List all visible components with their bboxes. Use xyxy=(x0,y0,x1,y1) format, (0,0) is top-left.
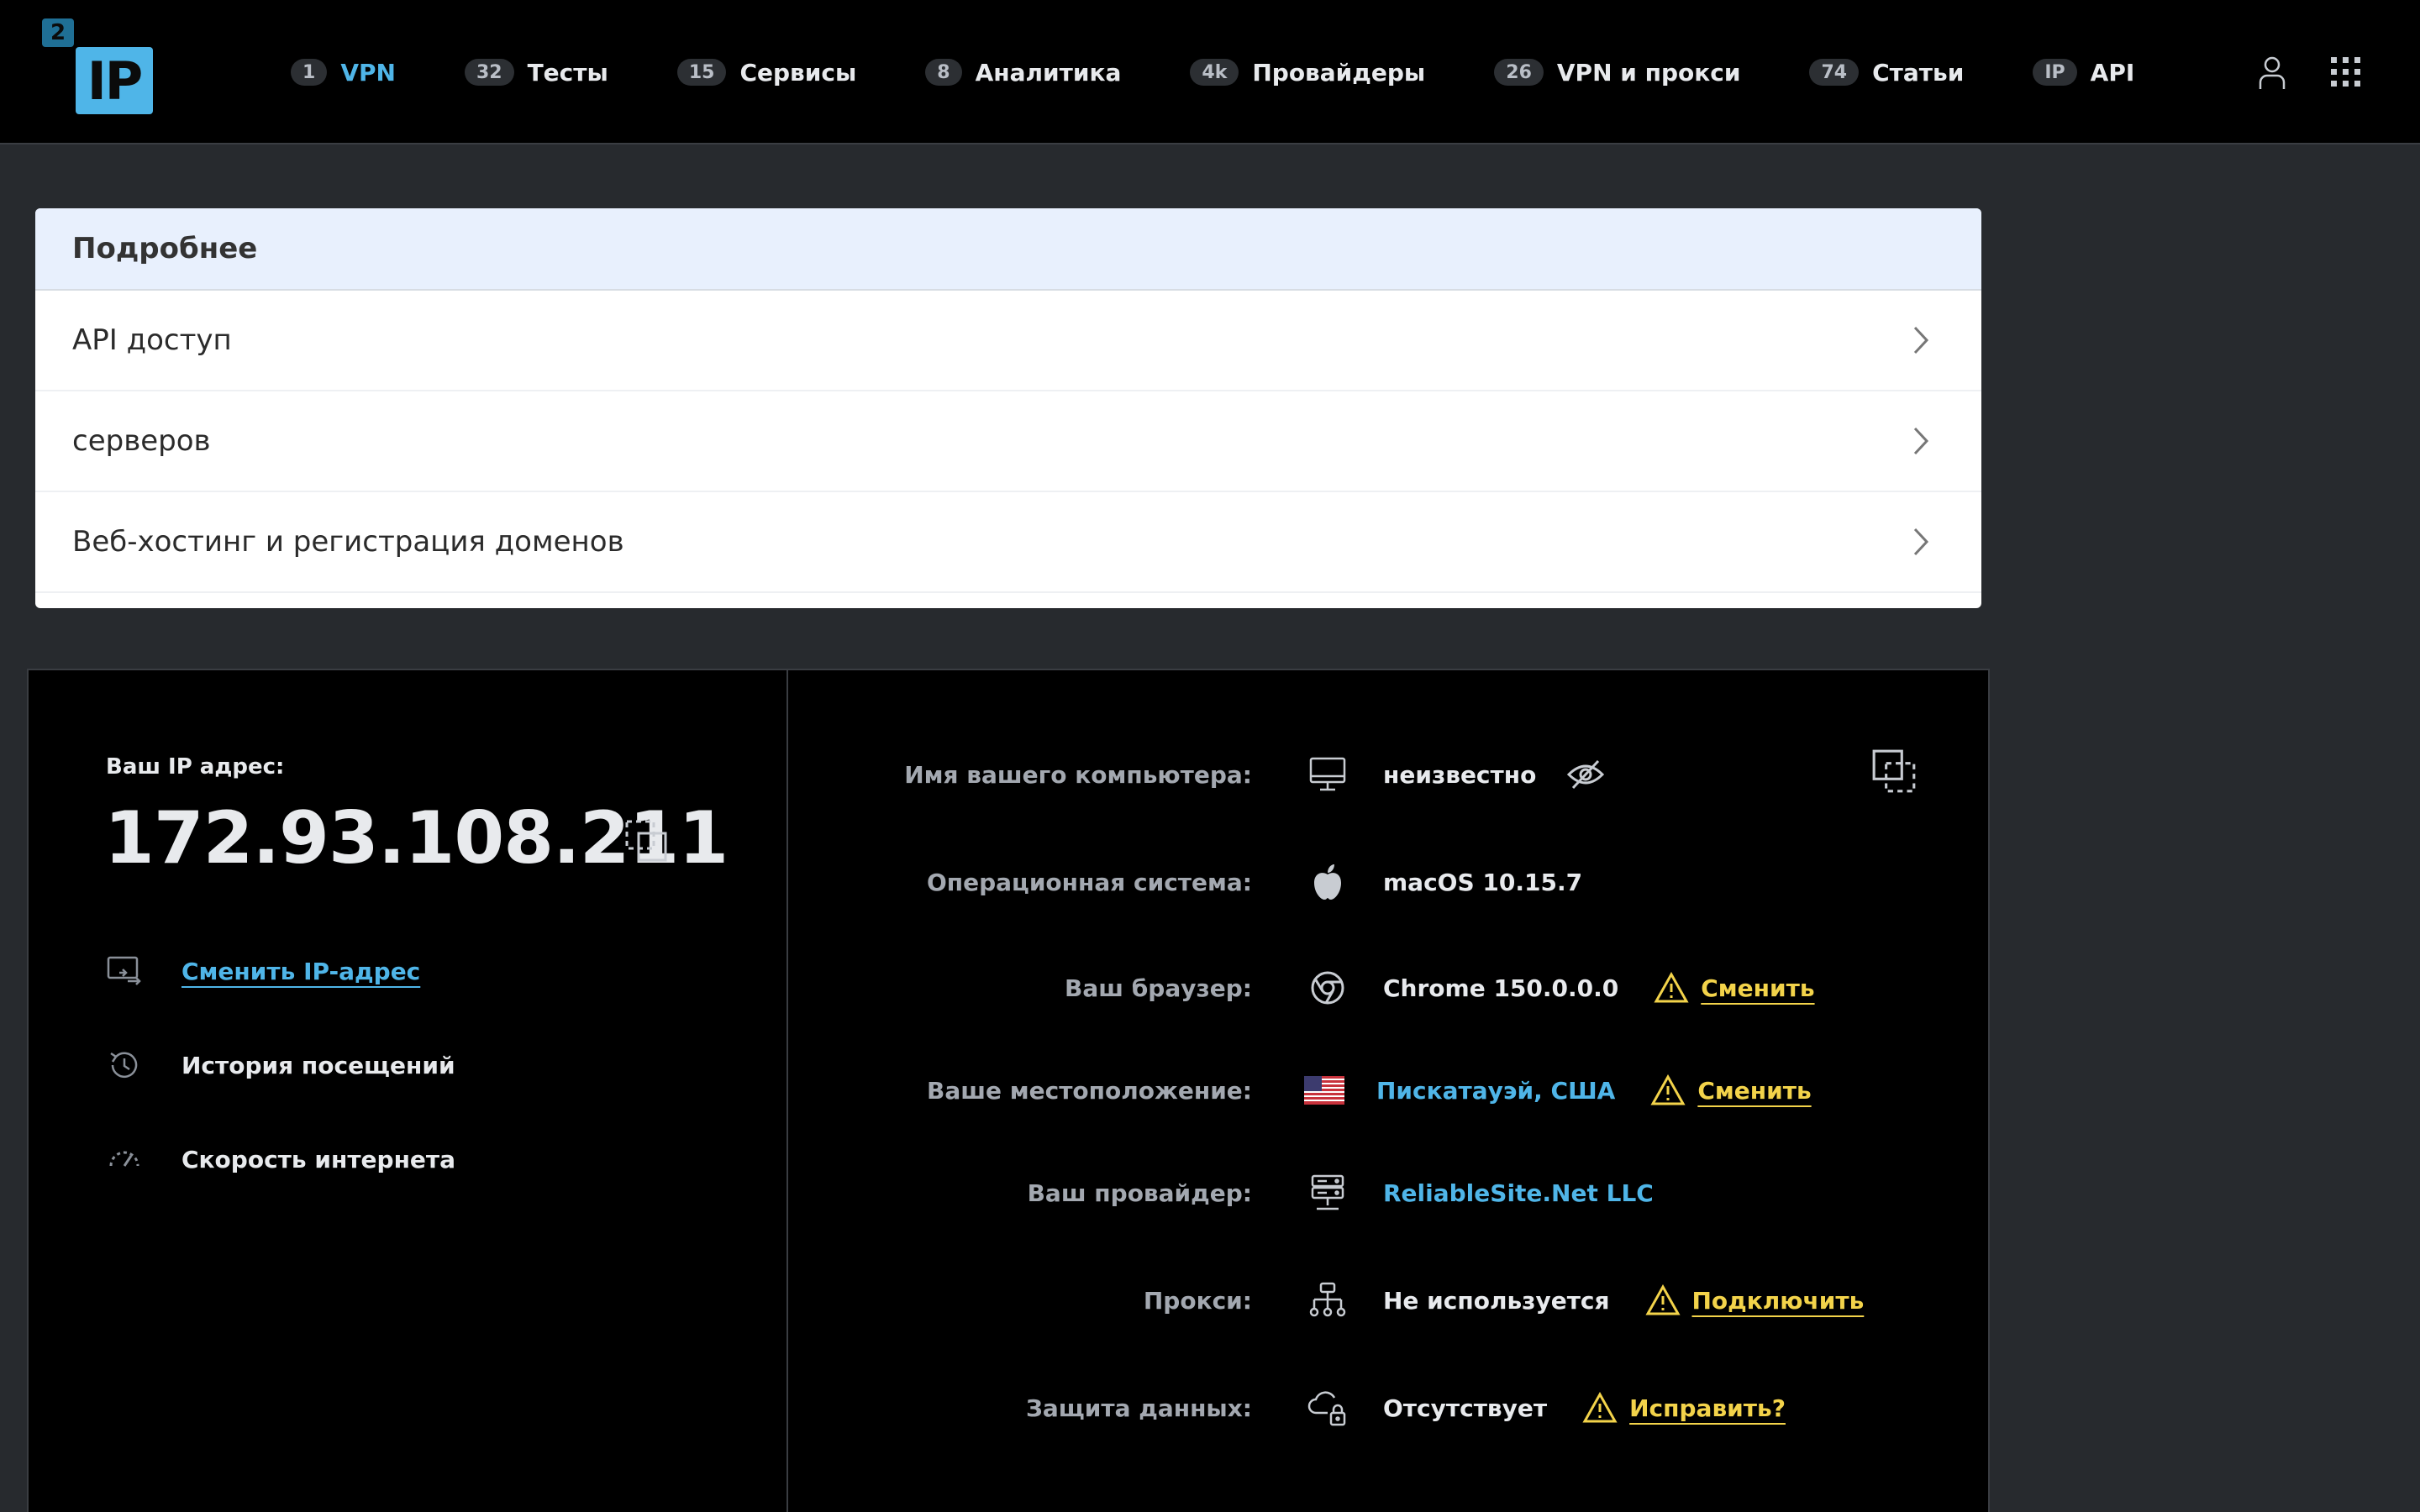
details-row-label: Веб-хостинг и регистрация доменов xyxy=(72,525,624,559)
details-title: Подробнее xyxy=(72,232,258,265)
ip-address-column: Ваш IP адрес: 172.93.108.211 Сменить IP-… xyxy=(29,670,788,1512)
nav-count-badge: 32 xyxy=(464,59,514,86)
details-row-label: серверов xyxy=(72,424,211,458)
nav-label: Статьи xyxy=(1872,58,1965,87)
nav-item-api[interactable]: IP API xyxy=(2033,59,2134,87)
history-action[interactable]: История посещений xyxy=(106,1047,455,1084)
details-header: Подробнее xyxy=(35,208,1981,291)
nav-count-badge: 15 xyxy=(676,59,727,86)
os-label: Операционная система: xyxy=(926,868,1252,896)
ip-info-panel: Ваш IP адрес: 172.93.108.211 Сменить IP-… xyxy=(27,669,1990,1512)
nav-label: Провайдеры xyxy=(1252,58,1426,87)
nav-count-badge: IP xyxy=(2033,59,2077,86)
data-protection-label: Защита данных: xyxy=(1025,1394,1252,1422)
speed-test-label[interactable]: Скорость интернета xyxy=(182,1146,455,1173)
provider-row: Ваш провайдер: ReliableSite.Net LLC xyxy=(790,1168,1966,1218)
provider-label: Ваш провайдер: xyxy=(1027,1179,1252,1207)
nav-item-analytics[interactable]: 8 Аналитика xyxy=(925,59,1121,87)
fix-protection-link[interactable]: Исправить? xyxy=(1629,1394,1786,1422)
browser-value: Chrome 150.0.0.0 xyxy=(1383,974,1619,1002)
ip-caption: Ваш IP адрес: xyxy=(106,754,285,780)
monitor-icon xyxy=(1307,754,1348,795)
eye-off-icon[interactable] xyxy=(1566,758,1605,791)
change-browser-link[interactable]: Сменить xyxy=(1701,974,1814,1002)
nav-count-badge: 74 xyxy=(1809,59,1860,86)
change-location-link[interactable]: Сменить xyxy=(1697,1077,1811,1105)
details-card: Подробнее API доступ серверов Веб-хостин… xyxy=(35,208,1981,608)
user-account-icon[interactable] xyxy=(2254,54,2291,91)
nav-item-services[interactable]: 15 Сервисы xyxy=(676,58,857,87)
apple-icon xyxy=(1307,862,1348,902)
nav-label: VPN и прокси xyxy=(1556,58,1741,87)
history-label[interactable]: История посещений xyxy=(182,1052,455,1079)
location-label: Ваше местоположение: xyxy=(927,1076,1252,1105)
speedometer-icon xyxy=(109,1151,139,1167)
nav-count-badge: 26 xyxy=(1494,59,1544,86)
chrome-icon xyxy=(1307,968,1348,1008)
browser-row: Ваш браузер: Chrome 150.0.0.0 Сменить xyxy=(790,963,1966,1013)
details-row-hosting[interactable]: Веб-хостинг и регистрация доменов xyxy=(35,492,1981,593)
nav-label: Аналитика xyxy=(975,58,1122,87)
data-protection-row: Защита данных: Отсутствует Исправить? xyxy=(790,1383,1966,1433)
computer-name-row: Имя вашего компьютера: неизвестно xyxy=(790,749,1966,800)
warning-icon xyxy=(1582,1392,1618,1423)
nav-item-vpn-proxy[interactable]: 26 VPN и прокси xyxy=(1494,59,1740,87)
provider-value[interactable]: ReliableSite.Net LLC xyxy=(1383,1179,1654,1207)
change-ip-action[interactable]: Сменить IP-адрес xyxy=(106,953,420,990)
chevron-right-icon xyxy=(1913,326,1929,354)
nav-count-badge: 1 xyxy=(291,59,328,86)
change-browser-button[interactable]: Сменить xyxy=(1654,972,1815,1004)
data-protection-value: Отсутствует xyxy=(1383,1394,1548,1422)
speed-test-action[interactable]: Скорость интернета xyxy=(106,1141,455,1178)
connect-proxy-button[interactable]: Подключить xyxy=(1644,1284,1865,1316)
cloud-lock-icon xyxy=(1307,1388,1348,1428)
proxy-label: Прокси: xyxy=(1143,1286,1252,1315)
copy-icon[interactable] xyxy=(623,818,671,865)
warning-icon xyxy=(1654,972,1689,1003)
server-icon xyxy=(1307,1173,1348,1213)
computer-name-label: Имя вашего компьютера: xyxy=(904,760,1252,789)
warning-icon xyxy=(1650,1074,1686,1105)
nav-item-tests[interactable]: 32 Тесты xyxy=(464,58,608,87)
location-value[interactable]: Пискатауэй, США xyxy=(1376,1077,1615,1105)
os-row: Операционная система: macOS 10.15.7 xyxy=(790,857,1966,907)
os-value: macOS 10.15.7 xyxy=(1383,868,1583,896)
chevron-right-icon xyxy=(1913,528,1929,556)
connection-details-column: Имя вашего компьютера: неизвестно Операц… xyxy=(790,670,1988,1512)
us-flag-icon xyxy=(1304,1070,1344,1110)
top-navigation-bar: 2 IP 1 VPN 32 Тесты 15 Сервисы 8 Аналити… xyxy=(0,0,2420,144)
computer-name-value: неизвестно xyxy=(1383,760,1537,789)
nav-count-badge: 8 xyxy=(925,59,962,86)
nav-count-badge: 4k xyxy=(1190,59,1239,86)
connect-proxy-link[interactable]: Подключить xyxy=(1692,1287,1865,1315)
nav-label: API xyxy=(2090,58,2135,87)
chevron-right-icon xyxy=(1913,427,1929,455)
nav-label: VPN xyxy=(340,58,396,87)
logo-text: IP xyxy=(76,47,153,114)
nav-label: Сервисы xyxy=(739,58,857,87)
swap-ip-icon xyxy=(107,956,141,985)
logo-badge: 2 xyxy=(42,18,74,47)
nav-item-articles[interactable]: 74 Статьи xyxy=(1809,59,1964,87)
fix-protection-button[interactable]: Исправить? xyxy=(1582,1392,1786,1424)
nav-item-vpn[interactable]: 1 VPN xyxy=(291,59,396,87)
warning-icon xyxy=(1644,1284,1681,1315)
details-row-api-access[interactable]: API доступ xyxy=(35,291,1981,391)
location-row: Ваше местоположение: Пискатауэй, США Сме… xyxy=(790,1065,1966,1116)
proxy-value: Не используется xyxy=(1383,1286,1610,1315)
browser-label: Ваш браузер: xyxy=(1065,974,1252,1002)
details-row-servers[interactable]: серверов xyxy=(35,391,1981,492)
main-nav: 1 VPN 32 Тесты 15 Сервисы 8 Аналитика 4k… xyxy=(291,0,2134,144)
network-icon xyxy=(1307,1280,1348,1320)
nav-label: Тесты xyxy=(527,58,608,87)
change-location-button[interactable]: Сменить xyxy=(1650,1074,1812,1106)
proxy-row: Прокси: Не используется Подключить xyxy=(790,1275,1966,1326)
site-logo[interactable]: 2 IP xyxy=(42,18,156,116)
nav-item-providers[interactable]: 4k Провайдеры xyxy=(1190,59,1425,87)
history-icon xyxy=(110,1052,138,1079)
details-row-label: API доступ xyxy=(72,323,232,357)
change-ip-link[interactable]: Сменить IP-адрес xyxy=(182,958,420,985)
apps-grid-icon[interactable] xyxy=(2328,54,2365,91)
